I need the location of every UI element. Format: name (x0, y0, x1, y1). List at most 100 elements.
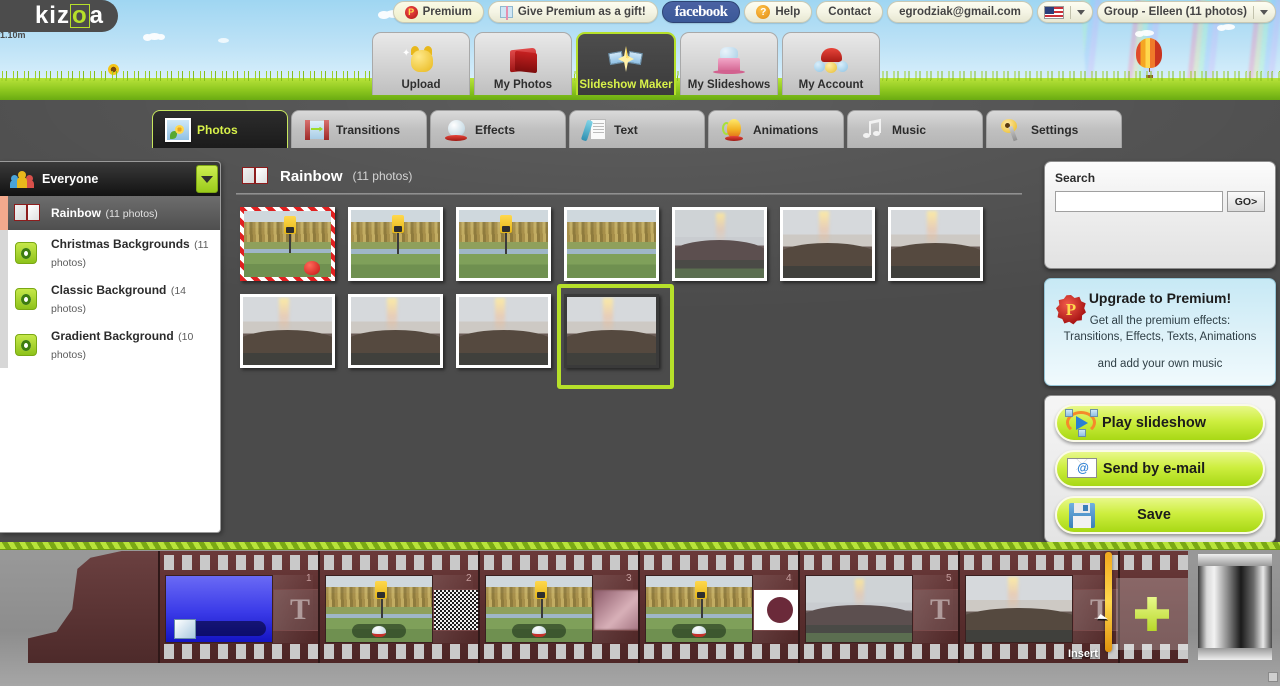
photo-browser-header: Rainbow (11 photos) (230, 161, 1030, 191)
frame-transition-badge[interactable] (352, 624, 406, 638)
timeline-playhead[interactable] (1105, 552, 1112, 652)
editor-tab-bar: Photos Transitions Effects Text Animatio… (152, 110, 1122, 148)
film-leader (28, 551, 158, 663)
frame-transition-badge[interactable] (512, 624, 566, 638)
jester-flame-icon (721, 118, 747, 142)
album-icon (14, 241, 42, 265)
send-by-email-button[interactable]: @ Send by e-mail (1055, 450, 1265, 488)
tab-music[interactable]: Music (847, 110, 983, 148)
frame-effect[interactable] (433, 589, 478, 631)
frame-slide[interactable] (645, 575, 753, 643)
cloud-icon (1222, 24, 1235, 30)
menu-label: My Slideshows (688, 79, 770, 91)
tab-text[interactable]: Text (569, 110, 705, 148)
music-notes-icon (860, 118, 886, 142)
tab-label: Settings (1031, 123, 1078, 137)
tab-label: Animations (753, 123, 818, 137)
photo-thumbnail[interactable] (670, 205, 769, 283)
premium-button[interactable]: P Premium (393, 1, 484, 23)
photo-thumbnail[interactable] (778, 205, 877, 283)
facebook-label: facebook (675, 4, 728, 21)
album-item-rainbow[interactable]: Rainbow (11 photos) (0, 196, 220, 230)
us-flag-icon (1044, 6, 1064, 19)
timeline-frame[interactable]: 2 (318, 551, 478, 663)
frame-number: 2 (466, 573, 472, 584)
frame-transition-badge[interactable] (672, 624, 726, 638)
frame-slide[interactable] (325, 575, 433, 643)
group-selector[interactable]: Group - Elleen (11 photos) (1097, 1, 1276, 23)
menu-item-my-photos[interactable]: My Photos (474, 32, 572, 95)
language-selector[interactable] (1037, 1, 1093, 23)
photo-thumbnail[interactable] (454, 292, 553, 370)
menu-item-my-slideshows[interactable]: My Slideshows (680, 32, 778, 95)
frame-slide[interactable] (165, 575, 273, 643)
transition-arrow-icon (304, 118, 330, 142)
frame-slide[interactable] (805, 575, 913, 643)
kizoa-logo[interactable]: kizoa (0, 0, 118, 32)
photo-thumbnail[interactable] (346, 205, 445, 283)
photo-thumbnail[interactable] (562, 205, 661, 283)
contact-button[interactable]: Contact (816, 1, 883, 23)
photo-thumbnail[interactable] (886, 205, 985, 283)
photo-thumbnail-selected[interactable] (562, 292, 661, 370)
search-input[interactable] (1055, 191, 1223, 212)
save-button[interactable]: Save (1055, 496, 1265, 534)
frame-text-effect[interactable]: T (273, 589, 318, 631)
photo-thumbnail[interactable] (238, 205, 337, 283)
question-mark-icon: ? (756, 5, 770, 19)
photo-thumbnail[interactable] (346, 292, 445, 370)
tab-label: Transitions (336, 123, 400, 137)
timeline-scroll-handle[interactable] (1268, 672, 1278, 682)
photo-thumbnail[interactable] (238, 292, 337, 370)
menu-label: Slideshow Maker (579, 79, 672, 91)
pen-paper-icon (582, 118, 608, 142)
frame-effect[interactable] (593, 589, 638, 631)
tab-transitions[interactable]: Transitions (291, 110, 427, 148)
tab-photos[interactable]: Photos (152, 110, 288, 148)
frame-effect[interactable] (753, 589, 798, 631)
premium-label: Premium (423, 6, 472, 18)
photo-grid (230, 195, 1030, 370)
tab-effects[interactable]: Effects (430, 110, 566, 148)
album-name: Rainbow (51, 206, 101, 220)
give-premium-gift-button[interactable]: Give Premium as a gift! (488, 1, 658, 23)
premium-seal-icon: P (405, 6, 418, 19)
cloud-icon (148, 33, 161, 40)
actions-card: Play slideshow @ Send by e-mail Save (1044, 395, 1276, 543)
album-item-christmas-backgrounds[interactable]: Christmas Backgrounds (11 photos) (0, 230, 220, 276)
chevron-down-icon (1077, 10, 1085, 15)
main-menu: ✦ Upload My Photos Slideshow Maker My Sl… (372, 32, 880, 95)
filmstrip-timeline[interactable]: 1 T 2 3 (0, 542, 1280, 686)
search-go-button[interactable]: GO> (1227, 191, 1265, 212)
timeline-frame[interactable]: 1 T (158, 551, 318, 663)
album-item-classic-background[interactable]: Classic Background (14 photos) (0, 276, 220, 322)
facebook-button[interactable]: facebook (662, 1, 741, 23)
menu-label: Upload (402, 79, 441, 91)
timeline-frame[interactable]: 5 T (798, 551, 958, 663)
floppy-disk-icon (1065, 501, 1099, 529)
tab-label: Effects (475, 123, 515, 137)
play-slideshow-button[interactable]: Play slideshow (1055, 404, 1265, 442)
frame-text-effect[interactable]: T (913, 589, 958, 631)
frame-slide[interactable] (485, 575, 593, 643)
timeline-frame[interactable]: 3 (478, 551, 638, 663)
timeline-frame[interactable]: 4 (638, 551, 798, 663)
album-icon (14, 333, 42, 357)
upgrade-premium-card[interactable]: P Upgrade to Premium! Get all the premiu… (1044, 278, 1276, 386)
tab-animations[interactable]: Animations (708, 110, 844, 148)
album-item-gradient-background[interactable]: Gradient Background (10 photos) (0, 322, 220, 368)
timeline-frame[interactable]: 6 T (958, 551, 1118, 663)
help-button[interactable]: ? Help (744, 1, 812, 23)
menu-item-slideshow-maker[interactable]: Slideshow Maker (576, 32, 676, 95)
tab-settings[interactable]: Settings (986, 110, 1122, 148)
account-email-button[interactable]: egrodziak@gmail.com (887, 1, 1033, 23)
frame-slide[interactable] (965, 575, 1073, 643)
slideshow-burst-icon (605, 44, 647, 78)
photo-thumbnail[interactable] (454, 205, 553, 283)
albums-dropdown-button[interactable] (196, 165, 218, 193)
menu-item-my-account[interactable]: My Account (782, 32, 880, 95)
timeline-top-border (0, 542, 1280, 550)
add-slide-button[interactable] (1116, 578, 1188, 650)
upload-cat-icon: ✦ (400, 44, 442, 78)
menu-item-upload[interactable]: ✦ Upload (372, 32, 470, 95)
